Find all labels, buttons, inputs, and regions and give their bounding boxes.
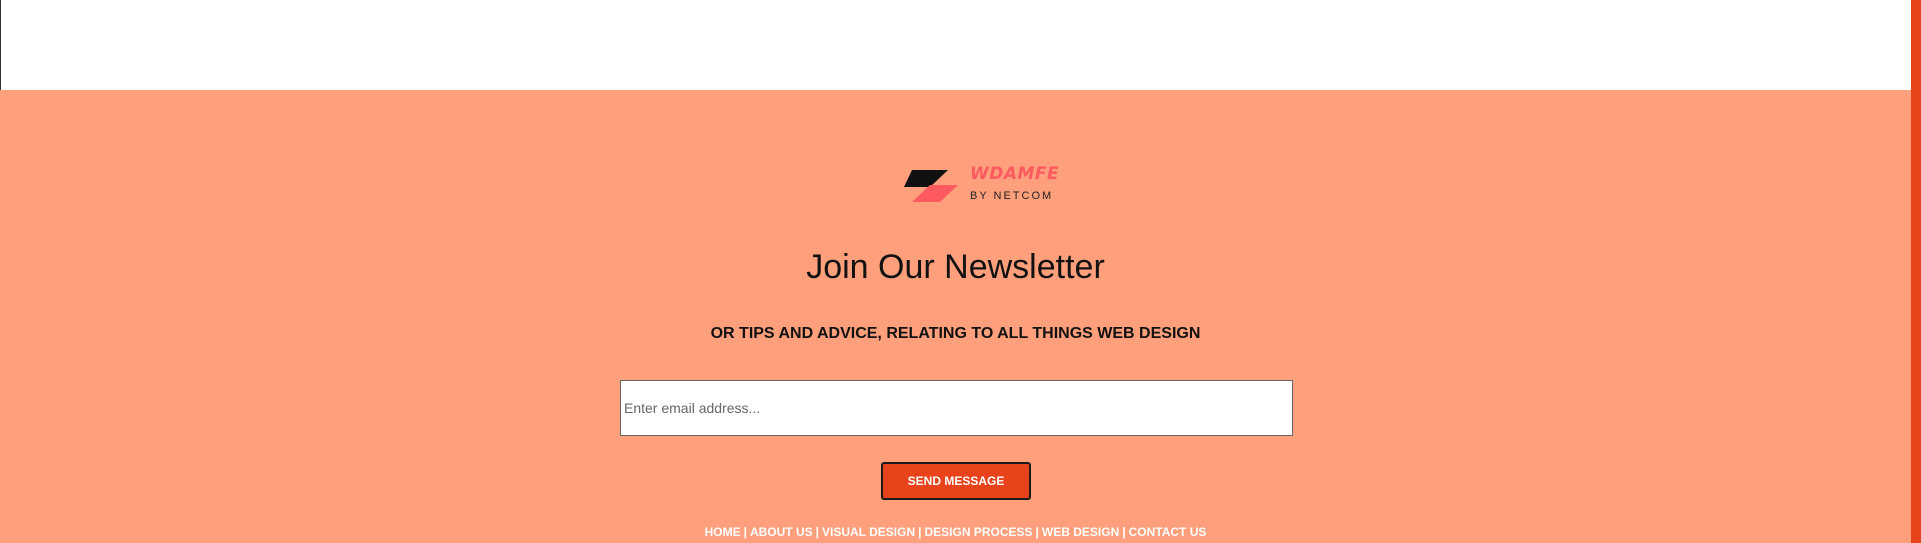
- newsletter-title: Join Our Newsletter: [806, 248, 1105, 286]
- footer-link-home[interactable]: HOME: [705, 525, 741, 539]
- nav-separator: |: [918, 525, 922, 539]
- page: WDAMFE BY NETCOM Join Our Newsletter OR …: [0, 0, 1921, 543]
- send-message-button[interactable]: SEND MESSAGE: [881, 462, 1031, 500]
- footer-link-design-process[interactable]: DESIGN PROCESS: [925, 525, 1033, 539]
- footer-link-about-us[interactable]: ABOUT US: [750, 525, 813, 539]
- footer-nav: HOME | ABOUT US | VISUAL DESIGN | DESIGN PROCE…: [0, 525, 1911, 539]
- footer-link-web-design[interactable]: WEB DESIGN: [1042, 525, 1119, 539]
- logo-mark-icon: [904, 170, 958, 202]
- nav-separator: |: [1122, 525, 1126, 539]
- side-accent-bar: [1911, 0, 1921, 543]
- footer-link-contact-us[interactable]: CONTACT US: [1129, 525, 1207, 539]
- newsletter-subtitle: OR TIPS AND ADVICE, RELATING TO ALL THIN…: [710, 325, 1201, 342]
- content-area: [0, 0, 1911, 90]
- nav-separator: |: [815, 525, 819, 539]
- brand-tagline: BY NETCOM: [970, 190, 1054, 202]
- nav-separator: |: [1035, 525, 1039, 539]
- brand-logo[interactable]: WDAMFE BY NETCOM: [904, 162, 1064, 208]
- email-input[interactable]: [620, 380, 1293, 436]
- newsletter-footer: WDAMFE BY NETCOM Join Our Newsletter OR …: [0, 90, 1911, 543]
- footer-link-visual-design[interactable]: VISUAL DESIGN: [822, 525, 915, 539]
- nav-separator: |: [743, 525, 747, 539]
- brand-name: WDAMFE: [970, 164, 1060, 184]
